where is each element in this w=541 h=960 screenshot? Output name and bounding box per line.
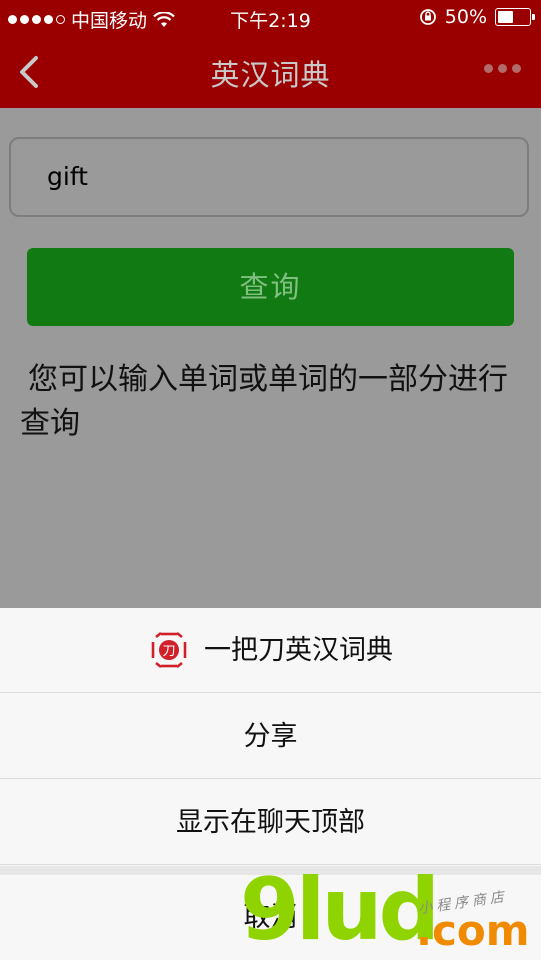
sheet-divider [0,866,541,875]
status-bar: 中国移动 下午2:19 50% [0,0,541,36]
nav-bar: 英汉词典 [0,36,541,108]
page-title: 英汉词典 [210,58,331,92]
more-options-button[interactable] [484,64,521,73]
app-logo-icon: 刀 [151,631,187,669]
app-name-label: 一把刀英汉词典 [204,634,393,666]
pin-to-top-button[interactable]: 显示在聊天顶部 [0,780,541,865]
battery-percent: 50% [444,6,487,28]
cancel-button[interactable]: 取消 [0,875,541,960]
more-dots-icon [484,64,493,73]
hint-text: 您可以输入单词或单词的一部分进行查询 [20,362,508,441]
action-sheet-header: 刀 一把刀英汉词典 [0,608,541,693]
query-button[interactable]: 查询 [27,248,514,326]
share-button[interactable]: 分享 [0,694,541,779]
rotation-lock-icon [419,9,436,25]
page-content: gift 查询 您可以输入单词或单词的一部分进行查询 [0,108,541,608]
search-input[interactable]: gift [9,137,529,217]
action-sheet: 刀 一把刀英汉词典 分享 显示在聊天顶部 取消 [0,608,541,960]
status-right: 50% [419,6,535,28]
battery-icon [495,8,535,26]
svg-text:刀: 刀 [162,644,175,659]
